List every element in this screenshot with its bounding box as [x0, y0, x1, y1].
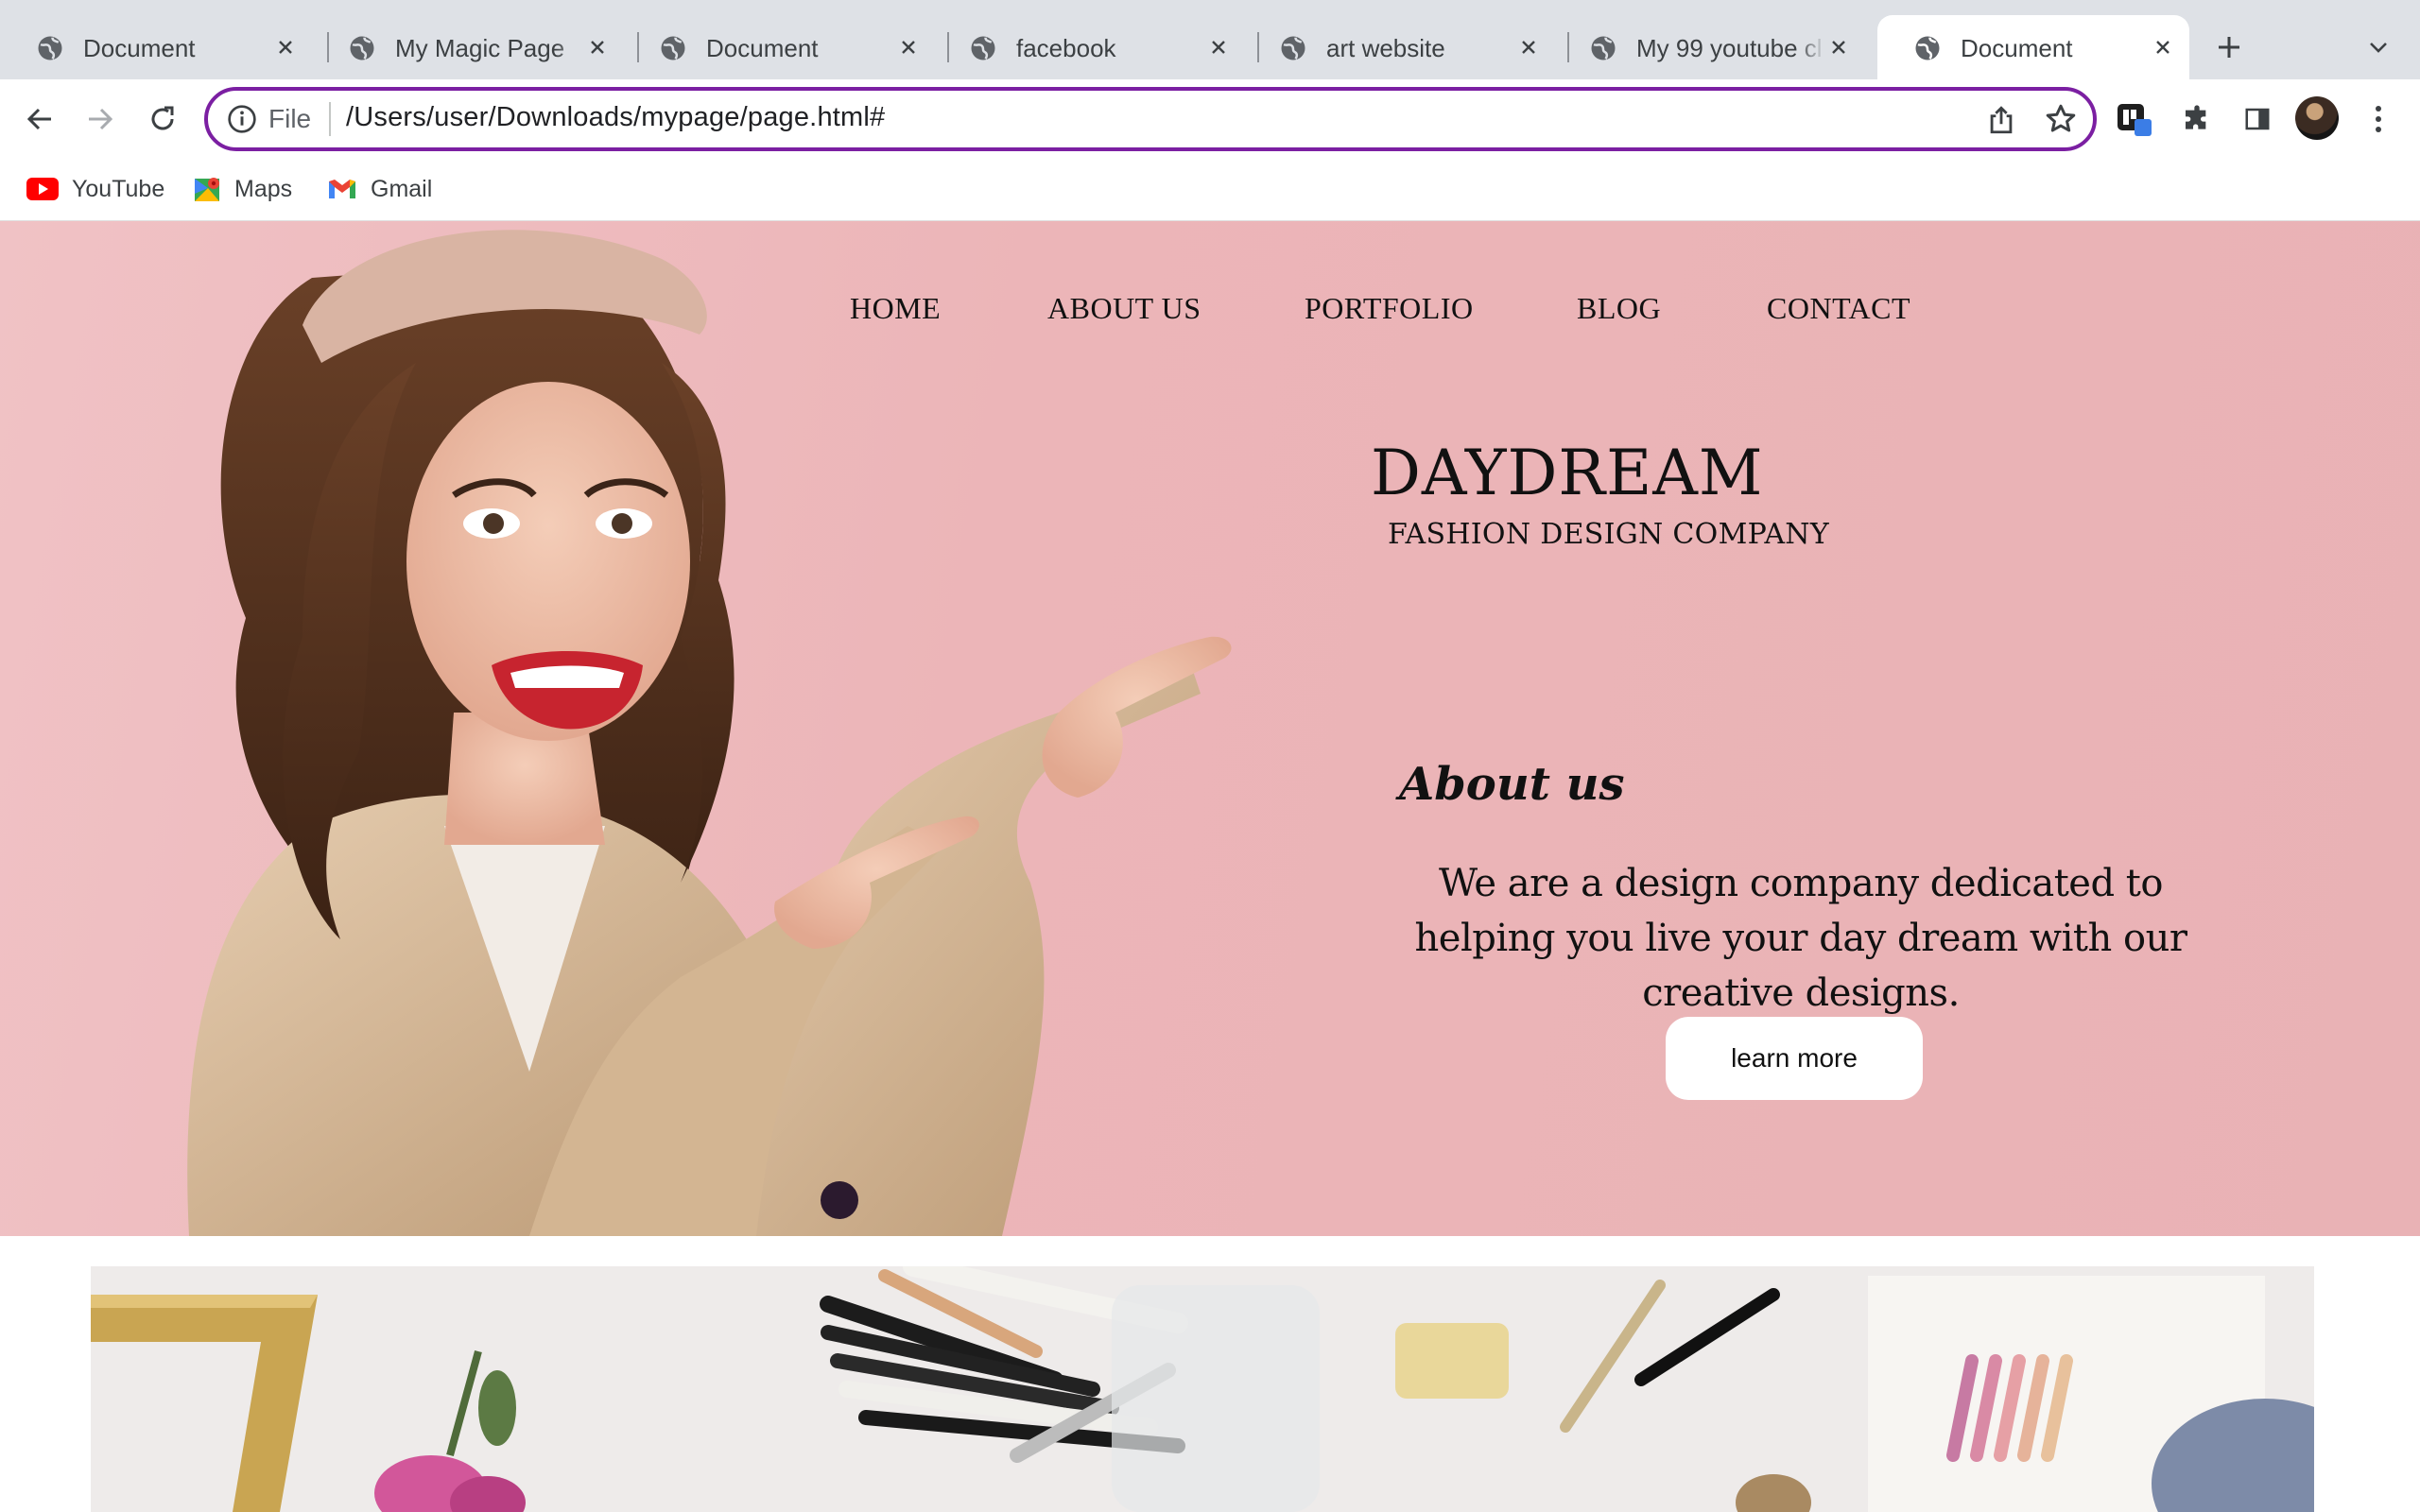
bookmark-label: Maps — [234, 175, 293, 202]
globe-icon — [38, 36, 62, 60]
workspace-image — [91, 1266, 2314, 1512]
tab-7-active[interactable]: Document — [1877, 15, 2189, 79]
nav-portfolio[interactable]: PORTFOLIO — [1305, 291, 1474, 326]
nav-contact[interactable]: CONTACT — [1767, 291, 1910, 326]
close-icon[interactable] — [584, 34, 611, 60]
tab-title: Document — [83, 34, 196, 62]
bookmark-maps[interactable]: Maps — [193, 172, 292, 206]
about-text: We are a design company dedicated to hel… — [1414, 862, 2187, 1015]
share-icon[interactable] — [1985, 104, 2017, 136]
tab-title: Document — [1961, 34, 2073, 62]
side-panel-icon — [2245, 108, 2270, 130]
globe-icon — [1281, 36, 1305, 60]
close-icon[interactable] — [1515, 34, 1542, 60]
hero-model-image — [187, 230, 1232, 1236]
nav-blog[interactable]: BLOG — [1577, 291, 1661, 326]
browser-menu-button[interactable] — [2358, 98, 2399, 140]
side-panel-button[interactable] — [2237, 98, 2278, 140]
workspace-illustration — [91, 1266, 2314, 1512]
browser-toolbar: File /Users/user/Downloads/mypage/page.h… — [0, 79, 2420, 159]
about-heading: About us — [1399, 758, 1625, 811]
tab-title: art website — [1326, 34, 1445, 62]
arrow-left-icon — [26, 108, 51, 130]
reload-button[interactable] — [142, 98, 183, 140]
arrow-right-icon — [89, 108, 113, 130]
close-icon[interactable] — [272, 34, 299, 60]
globe-icon — [350, 36, 374, 60]
bookmark-star-icon[interactable] — [2044, 102, 2078, 136]
url-scheme-label: File — [268, 104, 312, 133]
kebab-menu-icon — [2376, 106, 2381, 132]
chevron-down-icon — [2370, 43, 2387, 53]
new-tab-button[interactable] — [2210, 28, 2248, 66]
close-icon[interactable] — [1825, 34, 1852, 60]
address-bar[interactable]: File /Users/user/Downloads/mypage/page.h… — [204, 87, 2097, 151]
extension-button[interactable] — [2114, 98, 2155, 140]
globe-icon — [1915, 36, 1940, 60]
globe-icon — [661, 36, 685, 60]
tab-6[interactable]: My 99 youtube cl — [1553, 15, 1865, 79]
close-icon[interactable] — [1205, 34, 1232, 60]
bookmark-label: YouTube — [72, 175, 165, 202]
extensions-menu-button[interactable] — [2176, 98, 2218, 140]
close-icon[interactable] — [895, 34, 922, 60]
forward-button[interactable] — [79, 98, 121, 140]
close-icon[interactable] — [2150, 34, 2176, 60]
extension-app-icon — [2118, 104, 2152, 136]
tab-3[interactable]: Document — [623, 15, 935, 79]
gmail-icon — [329, 180, 355, 198]
learn-more-button[interactable]: learn more — [1666, 1017, 1923, 1100]
tab-2[interactable]: My Magic Page — [312, 15, 624, 79]
tab-4[interactable]: facebook — [933, 15, 1245, 79]
tab-1[interactable]: Document — [0, 15, 312, 79]
brand-title: DAYDREAM — [1371, 437, 1764, 509]
globe-icon — [1591, 36, 1616, 60]
brand-tagline: FASHION DESIGN COMPANY — [1388, 518, 1829, 551]
hero-section: HOME ABOUT US PORTFOLIO BLOG CONTACT DAY… — [0, 221, 2420, 1236]
tab-5[interactable]: art website — [1243, 15, 1555, 79]
globe-icon — [971, 36, 995, 60]
bookmarks-bar: YouTube Maps Gmail — [0, 159, 2420, 221]
tab-search-button[interactable] — [2360, 28, 2397, 66]
info-icon[interactable] — [227, 104, 257, 134]
maps-icon — [195, 178, 219, 201]
youtube-icon — [26, 178, 59, 200]
back-button[interactable] — [19, 98, 60, 140]
tab-title: Document — [706, 34, 819, 62]
reload-icon — [151, 106, 174, 130]
omnibox-divider — [329, 102, 331, 136]
nav-about-us[interactable]: ABOUT US — [1047, 291, 1201, 326]
tab-strip: Document My Magic Page Document facebook… — [0, 0, 2420, 79]
puzzle-icon — [2186, 105, 2206, 129]
bookmark-label: Gmail — [371, 175, 433, 202]
tab-title: My Magic Page — [395, 34, 565, 62]
tab-title: My 99 youtube cl — [1636, 34, 1823, 62]
bookmark-gmail[interactable]: Gmail — [327, 172, 432, 206]
bookmark-youtube[interactable]: YouTube — [26, 172, 164, 206]
plus-icon — [2219, 37, 2239, 58]
nav-home[interactable]: HOME — [850, 291, 941, 326]
url-text[interactable]: /Users/user/Downloads/mypage/page.html# — [346, 102, 885, 133]
main-nav: HOME ABOUT US PORTFOLIO BLOG CONTACT — [0, 291, 2420, 338]
profile-avatar[interactable] — [2295, 96, 2339, 140]
tab-title: facebook — [1016, 34, 1116, 62]
